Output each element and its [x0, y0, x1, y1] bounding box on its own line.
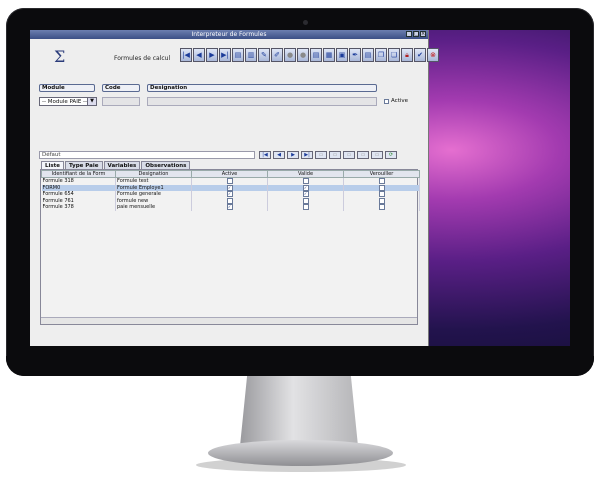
- column-header-active[interactable]: Active: [191, 170, 268, 178]
- list-export-icon[interactable]: ▭: [371, 151, 383, 159]
- row-checkbox[interactable]: [378, 191, 385, 197]
- row-checkbox[interactable]: [226, 204, 233, 210]
- cell-verouiller[interactable]: [343, 177, 420, 185]
- monitor-stand-base: [208, 440, 393, 466]
- list-first-icon[interactable]: |◀: [259, 151, 271, 159]
- cell-active[interactable]: [191, 204, 268, 211]
- cell-designation: Formule test: [115, 177, 192, 185]
- designation-field[interactable]: [147, 97, 377, 106]
- new-doc-icon[interactable]: ▤: [232, 48, 244, 62]
- report-icon[interactable]: ▤: [362, 48, 374, 62]
- list-panel: Identifiant de la Form Designation Activ…: [40, 169, 420, 325]
- copy-alt-icon[interactable]: ❏: [388, 48, 400, 62]
- pencil-icon[interactable]: ✐: [271, 48, 283, 62]
- column-header-designation[interactable]: Designation: [115, 170, 192, 178]
- app-title: Formules de calcul: [114, 55, 171, 62]
- horizontal-scrollbar[interactable]: [41, 317, 417, 324]
- lock-icon[interactable]: 🔒︎: [401, 48, 413, 62]
- row-checkbox[interactable]: [226, 191, 233, 197]
- last-record-icon[interactable]: ▶|: [219, 48, 231, 62]
- edit-doc-icon[interactable]: ✎: [258, 48, 270, 62]
- window-title: Interpreteur de Formules: [191, 31, 267, 38]
- formulas-table: Identifiant de la Form Designation Activ…: [41, 170, 420, 211]
- list-next-icon[interactable]: ▶: [287, 151, 299, 159]
- doc-icon[interactable]: ▤: [310, 48, 322, 62]
- close-window-icon[interactable]: ×: [420, 31, 426, 37]
- table-header-row: Identifiant de la Form Designation Activ…: [41, 170, 420, 178]
- prev-record-icon[interactable]: ◀: [193, 48, 205, 62]
- code-label: Code: [102, 84, 140, 92]
- designation-label: Designation: [147, 84, 377, 92]
- list-prev-icon[interactable]: ◀: [273, 151, 285, 159]
- row-checkbox[interactable]: [226, 184, 233, 191]
- row-checkbox[interactable]: [226, 178, 233, 184]
- disabled-circle-icon[interactable]: ●: [284, 48, 296, 62]
- row-checkbox[interactable]: [302, 184, 309, 191]
- list-navigation: |◀ ◀ ▶ ▶| ▭ ▭ ▭ ▭ ▭ ⟳: [259, 151, 397, 159]
- row-checkbox[interactable]: [226, 197, 233, 204]
- row-checkbox[interactable]: [378, 197, 385, 204]
- monitor-chin: [6, 356, 594, 376]
- row-checkbox[interactable]: [378, 178, 385, 184]
- row-checkbox[interactable]: [378, 204, 385, 210]
- cell-active[interactable]: [191, 177, 268, 185]
- list-last-icon[interactable]: ▶|: [301, 151, 313, 159]
- row-checkbox[interactable]: [302, 204, 309, 210]
- row-checkbox[interactable]: [378, 184, 385, 191]
- maximize-icon[interactable]: □: [413, 31, 419, 37]
- row-checkbox[interactable]: [302, 197, 309, 204]
- table-row[interactable]: Formule 378 paie mensuelle: [41, 204, 420, 211]
- open-doc-icon[interactable]: ▥: [245, 48, 257, 62]
- row-checkbox[interactable]: [302, 178, 309, 184]
- list-add-icon[interactable]: ▭: [315, 151, 327, 159]
- doc-list-icon[interactable]: ▦: [323, 48, 335, 62]
- disabled-circle-icon-2[interactable]: ●: [297, 48, 309, 62]
- column-header-verouiller[interactable]: Verouiller: [343, 170, 420, 178]
- toolbar: |◀ ◀ ▶ ▶| ▤ ▥ ✎ ✐ ● ● ▤ ▦ ▣ ✒ ▤ ❐ ❏ 🔒︎ ✔…: [180, 48, 439, 62]
- window-titlebar[interactable]: Interpreteur de Formules _ □ ×: [30, 30, 428, 39]
- column-header-id[interactable]: Identifiant de la Form: [41, 170, 116, 178]
- code-field[interactable]: [102, 97, 140, 106]
- list-delete-icon[interactable]: ▭: [343, 151, 355, 159]
- app-header: Σ Formules de calcul |◀ ◀ ▶ ▶| ▤ ▥ ✎ ✐ ●…: [30, 39, 439, 77]
- app-window: Interpreteur de Formules _ □ × Σ Formule…: [30, 30, 439, 346]
- active-checkbox[interactable]: [384, 99, 389, 104]
- next-record-icon[interactable]: ▶: [206, 48, 218, 62]
- sigma-logo-icon: Σ: [54, 47, 66, 66]
- cell-valide[interactable]: [267, 177, 344, 185]
- list-edit-icon[interactable]: ▭: [329, 151, 341, 159]
- camera-icon: [303, 20, 308, 25]
- minimize-icon[interactable]: _: [406, 31, 412, 37]
- cell-designation: paie mensuelle: [115, 204, 192, 211]
- column-header-valide[interactable]: Valide: [267, 170, 344, 178]
- chevron-down-icon[interactable]: ▼: [87, 98, 96, 105]
- cancel-icon[interactable]: ⊗: [427, 48, 439, 62]
- module-label: Module: [39, 84, 95, 92]
- first-record-icon[interactable]: |◀: [180, 48, 192, 62]
- pen-icon[interactable]: ✒: [349, 48, 361, 62]
- cell-identifiant: Formule 318: [41, 177, 116, 185]
- module-select[interactable]: -- Module PAIE -- ▼: [39, 97, 97, 106]
- monitor-stand-neck: [240, 376, 358, 446]
- doc-table-icon[interactable]: ▣: [336, 48, 348, 62]
- copy-icon[interactable]: ❐: [375, 48, 387, 62]
- cell-verouiller[interactable]: [343, 204, 420, 211]
- filter-input[interactable]: Défaut: [39, 151, 255, 159]
- module-select-value: -- Module PAIE --: [42, 99, 88, 105]
- filter-placeholder: Défaut: [42, 152, 61, 158]
- cell-valide[interactable]: [267, 204, 344, 211]
- table-row[interactable]: Formule 318 Formule test: [41, 177, 420, 185]
- list-print-icon[interactable]: ▭: [357, 151, 369, 159]
- row-checkbox[interactable]: [302, 191, 309, 197]
- validate-icon[interactable]: ✔: [414, 48, 426, 62]
- list-refresh-icon[interactable]: ⟳: [385, 151, 397, 159]
- window-controls: _ □ ×: [406, 31, 426, 37]
- cell-identifiant: Formule 378: [41, 204, 116, 211]
- active-label: Active: [391, 98, 409, 104]
